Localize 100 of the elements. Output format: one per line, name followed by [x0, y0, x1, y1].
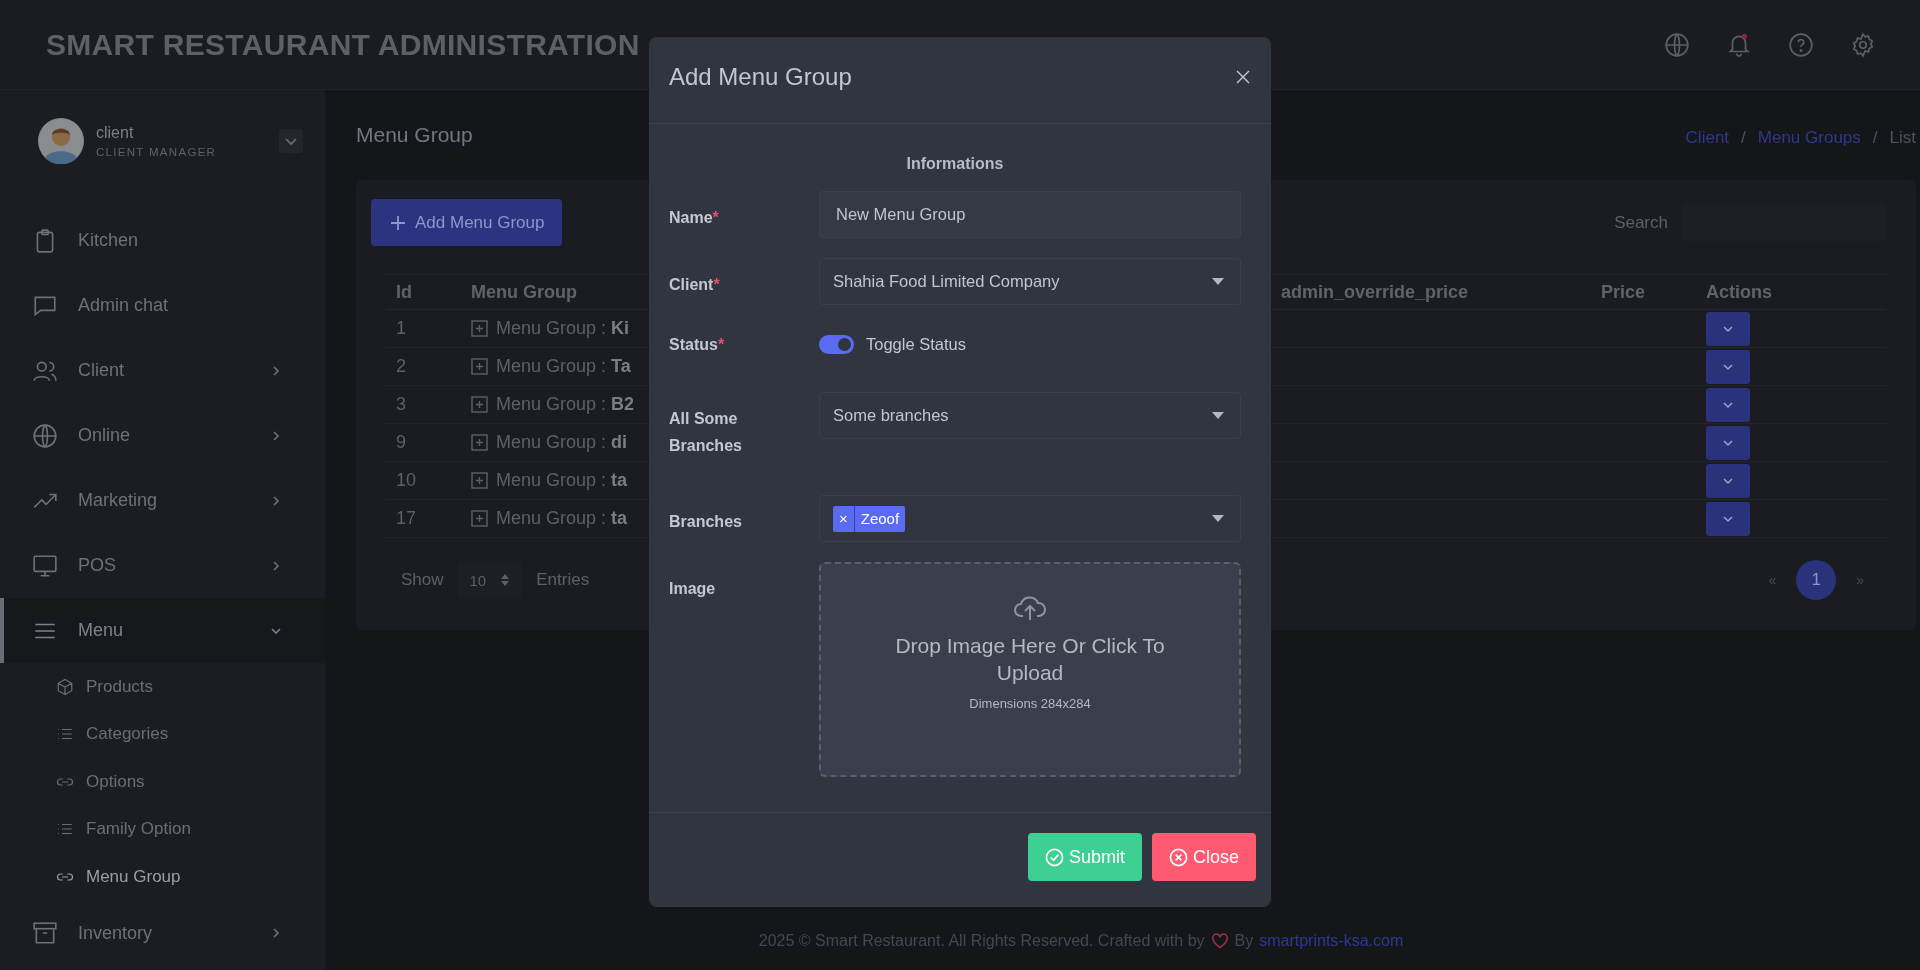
expand-icon[interactable]	[471, 510, 488, 527]
sidebar-subitem[interactable]: Products	[0, 663, 325, 711]
table-cell: Menu Group : ta	[496, 470, 628, 491]
footer-link[interactable]: smartprints-ksa.com	[1259, 932, 1404, 950]
previous-page-link[interactable]: «	[1768, 572, 1777, 588]
avatar	[38, 118, 84, 164]
actions-dropdown-button[interactable]	[1706, 349, 1750, 384]
archive-icon	[32, 920, 58, 946]
search-label: Search	[1614, 212, 1668, 233]
add-menu-group-button[interactable]: Add Menu Group	[371, 199, 563, 246]
expand-icon[interactable]	[471, 434, 488, 451]
user-menu-toggle[interactable]	[279, 129, 303, 153]
expand-icon[interactable]	[471, 396, 488, 413]
table-cell: Menu Group : ta	[496, 508, 628, 529]
heart-icon	[1210, 933, 1229, 949]
field-label: Branches	[669, 512, 743, 532]
caret-icon	[1212, 278, 1224, 285]
sidebar-item[interactable]: Online	[0, 403, 325, 468]
actions-dropdown-button[interactable]	[1706, 425, 1750, 460]
field-label: Name*	[669, 208, 720, 228]
monitor-icon	[32, 552, 58, 579]
field-label: All Some Branches	[669, 409, 743, 456]
bell-icon[interactable]	[1726, 31, 1752, 58]
expand-icon[interactable]	[471, 358, 488, 375]
table-cell: Menu Group : B2	[496, 394, 635, 415]
sidebar-item[interactable]: Menu	[0, 598, 325, 663]
x-circle-icon	[1168, 847, 1188, 867]
breadcrumb-link[interactable]: Menu Groups	[1757, 128, 1861, 148]
app-title: SMART RESTAURANT ADMINISTRATION	[46, 27, 640, 62]
actions-dropdown-button[interactable]	[1706, 463, 1750, 498]
branches-select[interactable]: × Zeoof	[819, 495, 1241, 542]
sidebar-subitem[interactable]: Menu Group	[0, 853, 325, 901]
actions-dropdown-button[interactable]	[1706, 501, 1750, 536]
sidebar-item[interactable]: Admin chat	[0, 273, 325, 338]
field-label: Image	[669, 579, 717, 599]
sidebar-item[interactable]: Kitchen	[0, 208, 325, 273]
name-input[interactable]: New Menu Group	[819, 191, 1241, 238]
sidebar-item[interactable]: Inventory	[0, 900, 325, 966]
entries-label: Entries	[536, 570, 590, 590]
table-cell: 3	[386, 385, 471, 424]
sidebar-subitem[interactable]: Options	[0, 758, 325, 806]
caret-icon	[1212, 412, 1224, 419]
check-circle-icon	[1044, 847, 1064, 867]
column-header: Price	[1601, 274, 1706, 310]
branch-tag: × Zeoof	[833, 505, 906, 532]
select-field[interactable]: Some branches	[819, 392, 1241, 439]
select-field[interactable]: Shahia Food Limited Company	[819, 258, 1241, 305]
sidebar-item[interactable]: Client	[0, 338, 325, 403]
status-toggle[interactable]	[819, 335, 854, 354]
actions-dropdown-button[interactable]	[1706, 387, 1750, 422]
dropzone-prompt: Drop Image Here Or Click To Upload	[894, 633, 1166, 686]
breadcrumb-link[interactable]: Client	[1685, 128, 1730, 148]
column-header: Id	[386, 274, 471, 310]
sidebar-item[interactable]: Marketing	[0, 468, 325, 533]
expand-icon[interactable]	[471, 472, 488, 489]
page-link[interactable]: 1	[1796, 560, 1837, 600]
sidebar-subitem[interactable]: Family Option	[0, 805, 325, 853]
field-label: Status*	[669, 335, 726, 355]
table-cell: 2	[386, 347, 471, 386]
breadcrumb-separator: /	[1741, 128, 1746, 148]
user-name: client	[96, 124, 135, 142]
table-cell: 10	[386, 461, 471, 500]
column-header: admin_override_price	[1281, 274, 1601, 310]
breadcrumb-separator: /	[1872, 128, 1878, 148]
table-cell: Menu Group : Ki	[496, 318, 630, 339]
remove-tag-button[interactable]: ×	[833, 505, 855, 532]
settings-icon[interactable]	[1850, 31, 1876, 58]
expand-icon[interactable]	[471, 320, 488, 337]
table-cell: Menu Group : Ta	[496, 356, 631, 377]
image-dropzone[interactable]: Drop Image Here Or Click To Upload Dimensions 284x284	[819, 562, 1241, 777]
caret-icon	[1212, 515, 1224, 522]
table-cell: Menu Group : di	[496, 432, 628, 453]
actions-dropdown-button[interactable]	[1706, 311, 1750, 346]
cloud-upload-icon	[1013, 594, 1047, 622]
cube-icon	[56, 677, 74, 696]
page-size-select[interactable]: 10	[457, 561, 523, 599]
user-role: CLIENT MANAGER	[96, 146, 218, 158]
sidebar-item[interactable]: POS	[0, 533, 325, 598]
modal-title: Add Menu Group	[669, 63, 852, 91]
plus-icon	[389, 213, 407, 232]
dropzone-hint: Dimensions 284x284	[969, 696, 1091, 711]
column-header: Actions	[1706, 274, 1886, 310]
submit-button[interactable]: Submit	[1027, 833, 1142, 881]
sort-icon	[500, 573, 511, 587]
toggle-label: Toggle Status	[866, 335, 966, 354]
close-icon[interactable]	[1235, 69, 1251, 85]
page-title: Menu Group	[356, 123, 473, 147]
close-button[interactable]: Close	[1151, 833, 1256, 881]
section-title: Informations	[905, 154, 1005, 174]
table-cell: 17	[386, 499, 471, 538]
sidebar-subitem[interactable]: Categories	[0, 710, 325, 758]
table-cell: 1	[386, 309, 471, 348]
globe-icon[interactable]	[1664, 31, 1690, 58]
help-icon[interactable]	[1788, 31, 1814, 58]
show-label: Show	[401, 570, 444, 590]
field-label: Client*	[669, 275, 721, 295]
globe-icon	[32, 422, 58, 449]
table-cell: 9	[386, 423, 471, 462]
next-page-link[interactable]: »	[1856, 572, 1864, 588]
breadcrumb-current: List	[1889, 128, 1916, 148]
